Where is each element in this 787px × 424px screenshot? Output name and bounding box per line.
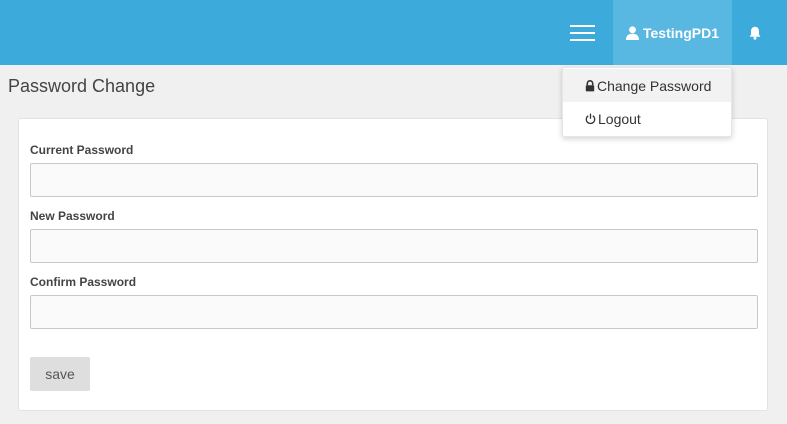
confirm-password-label: Confirm Password — [30, 275, 137, 289]
save-button[interactable]: save — [30, 357, 90, 391]
page-title: Password Change — [8, 76, 156, 96]
logout-label: Logout — [598, 110, 641, 127]
user-dropdown-menu: Change Password Logout — [562, 67, 732, 137]
user-menu-button[interactable]: TestingPD1 — [613, 0, 732, 65]
lock-icon — [585, 79, 595, 91]
new-password-label: New Password — [30, 209, 115, 223]
logout-menu-item[interactable]: Logout — [563, 102, 731, 135]
user-name: TestingPD1 — [643, 24, 719, 41]
user-icon — [626, 25, 639, 40]
current-password-label: Current Password — [30, 143, 134, 157]
top-navbar: TestingPD1 — [0, 0, 787, 65]
password-change-form: Current Password New Password Confirm Pa… — [18, 118, 768, 411]
change-password-label: Change Password — [597, 77, 712, 94]
change-password-menu-item[interactable]: Change Password — [563, 69, 731, 102]
power-icon — [585, 113, 596, 124]
new-password-field[interactable] — [30, 229, 758, 263]
hamburger-menu-icon[interactable] — [566, 14, 600, 50]
bell-icon — [749, 26, 761, 40]
current-password-field[interactable] — [30, 163, 758, 197]
notifications-button[interactable] — [740, 0, 770, 65]
confirm-password-field[interactable] — [30, 295, 758, 329]
